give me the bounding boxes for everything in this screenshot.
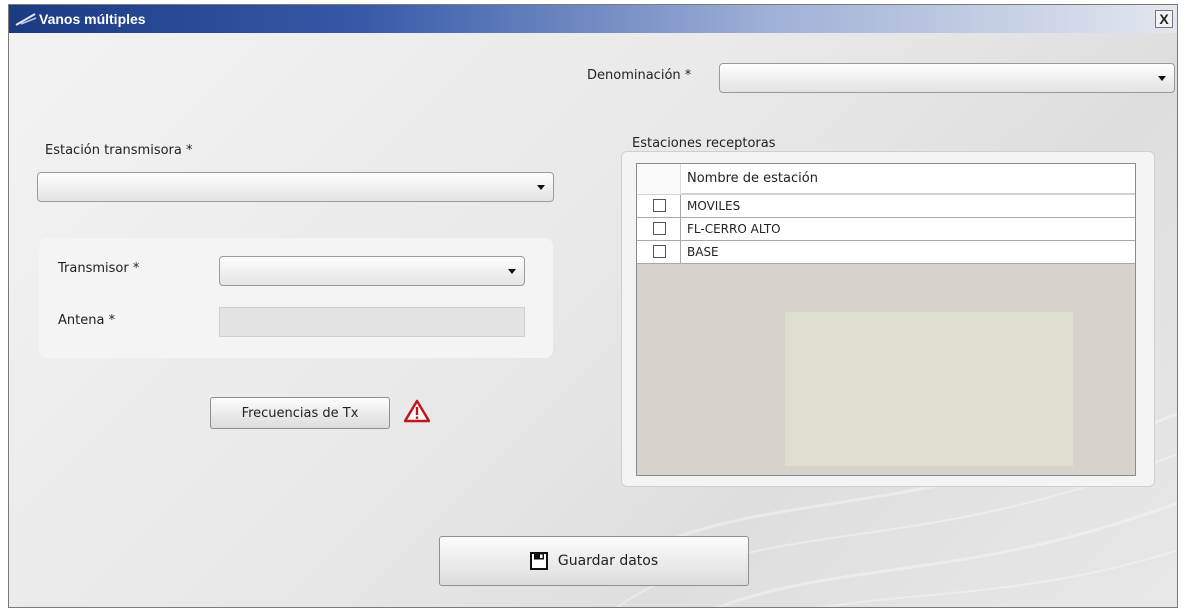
denominacion-select[interactable] [719, 63, 1175, 93]
station-name: FL-CERRO ALTO [687, 222, 781, 236]
row-checkbox[interactable] [653, 245, 666, 258]
row-checkbox[interactable] [653, 199, 666, 212]
title-bar[interactable]: Vanos múltiples X [9, 5, 1177, 33]
row-checkbox[interactable] [653, 222, 666, 235]
antena-field [219, 307, 525, 337]
frecuencias-tx-button[interactable]: Frecuencias de Tx [210, 397, 390, 429]
header-corner [637, 164, 681, 194]
denominacion-label: Denominación * [587, 68, 692, 83]
chevron-down-icon [537, 185, 545, 190]
window-title: Vanos múltiples [39, 11, 146, 27]
station-name: MOVILES [687, 199, 741, 213]
close-button[interactable]: X [1155, 10, 1173, 28]
guardar-datos-label: Guardar datos [557, 553, 659, 569]
save-icon [529, 552, 548, 570]
table-header: Nombre de estación [637, 164, 1135, 194]
checkbox-cell [637, 241, 681, 264]
table-row[interactable]: MOVILES [637, 195, 1135, 218]
estacion-transmisora-label: Estación transmisora * [45, 143, 193, 158]
table-row[interactable]: FL-CERRO ALTO [637, 218, 1135, 241]
transmisor-select[interactable] [219, 256, 525, 286]
column-header-nombre: Nombre de estación [687, 171, 818, 186]
station-name: BASE [687, 245, 719, 259]
warning-icon [403, 399, 431, 423]
antena-label: Antena * [58, 313, 116, 328]
checkbox-cell [637, 218, 681, 241]
antenna-icon [13, 9, 39, 29]
chevron-down-icon [1158, 76, 1166, 81]
estaciones-receptoras-title: Estaciones receptoras [632, 136, 776, 151]
estaciones-table[interactable]: Nombre de estación MOVILES FL-CERRO ALTO… [636, 163, 1136, 476]
table-empty-area [785, 312, 1073, 466]
guardar-datos-button[interactable]: Guardar datos [439, 536, 749, 586]
chevron-down-icon [508, 269, 516, 274]
frecuencias-tx-label: Frecuencias de Tx [241, 405, 359, 421]
checkbox-cell [637, 195, 681, 218]
vanos-multiples-window: Vanos múltiples X Denominación * Estació… [8, 4, 1178, 608]
estacion-transmisora-select[interactable] [37, 172, 554, 202]
transmisor-label: Transmisor * [58, 261, 140, 276]
table-row[interactable]: BASE [637, 241, 1135, 264]
